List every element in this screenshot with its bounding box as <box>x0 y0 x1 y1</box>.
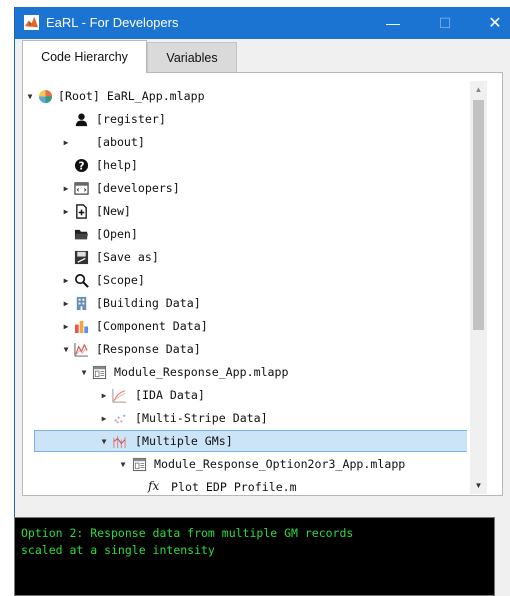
component-icon <box>74 319 89 334</box>
scroll-thumb[interactable] <box>473 100 484 330</box>
tree-item[interactable]: ▼ Module_Response_App.mlapp <box>14 361 467 384</box>
matlab-app-icon <box>24 15 39 30</box>
folder-icon <box>74 227 89 242</box>
tree-item-label: Module_Response_Option2or3_App.mlapp <box>154 457 406 471</box>
user-icon <box>74 112 89 127</box>
app-root-icon <box>38 89 53 104</box>
tree-item-label: Plot EDP Profile.m <box>171 480 297 493</box>
info-console: Option 2: Response data from multiple GM… <box>14 517 495 596</box>
title-bar[interactable]: EaRL - For Developers — ☐ ✕ <box>15 7 510 39</box>
tab-code-hierarchy[interactable]: Code Hierarchy <box>22 40 147 73</box>
tree-item-label: [IDA Data] <box>135 388 205 402</box>
tree-item[interactable]: ▶ [Multi-Stripe Data] <box>14 407 467 430</box>
tree-item[interactable]: ▶ [developers] <box>14 177 467 200</box>
magnifier-icon <box>74 273 89 288</box>
tree-item[interactable]: ▼ Module_Response_Option2or3_App.mlapp <box>14 453 467 476</box>
new-file-icon <box>74 204 89 219</box>
stripe-chart-icon <box>112 411 127 426</box>
collapse-arrow-icon[interactable]: ▼ <box>98 430 110 453</box>
tree-item-label: [Multi-Stripe Data] <box>135 411 268 425</box>
tab-variables[interactable]: Variables <box>147 42 237 72</box>
expand-arrow-icon[interactable]: ▶ <box>60 269 72 292</box>
scroll-up-arrow-icon[interactable]: ▲ <box>470 81 487 98</box>
svg-text:?: ? <box>79 160 85 172</box>
tree-item[interactable]: ▶ [Component Data] <box>14 315 467 338</box>
tree-item[interactable]: ▶ [IDA Data] <box>14 384 467 407</box>
tree-item-label: [Save as] <box>96 250 159 264</box>
expand-arrow-icon[interactable]: ▶ <box>98 407 110 430</box>
tree-item-label: Module_Response_App.mlapp <box>114 365 289 379</box>
tree-item-label: [help] <box>96 158 138 172</box>
ida-chart-icon <box>112 388 127 403</box>
tree-item-label: [register] <box>96 112 166 126</box>
maximize-button[interactable]: ☐ <box>423 7 467 39</box>
expand-arrow-icon[interactable]: ▶ <box>60 292 72 315</box>
tree-item[interactable]: [register] <box>14 108 467 131</box>
expand-arrow-icon[interactable]: ▶ <box>60 131 72 154</box>
tree-item[interactable]: ▶ [New] <box>14 200 467 223</box>
collapse-arrow-icon[interactable]: ▼ <box>78 361 90 384</box>
close-button[interactable]: ✕ <box>473 7 510 39</box>
help-icon: ? <box>74 158 89 173</box>
response-chart-icon <box>74 342 89 357</box>
building-icon <box>74 296 89 311</box>
tree-item[interactable]: ▶ [Scope] <box>14 269 467 292</box>
tree-item-label: [Response Data] <box>96 342 201 356</box>
tree-item-label: [Multiple GMs] <box>135 434 233 448</box>
tree-item-label: [Scope] <box>96 273 145 287</box>
tree-item[interactable]: [Save as] <box>14 246 467 269</box>
gm-chart-icon <box>112 434 127 449</box>
console-line: Option 2: Response data from multiple GM… <box>21 526 354 540</box>
tree-item-label: [Open] <box>96 227 138 241</box>
tree-item[interactable]: [Open] <box>14 223 467 246</box>
expand-arrow-icon[interactable]: ▶ <box>60 177 72 200</box>
tree-item[interactable]: ▼ [Multiple GMs] <box>14 430 467 453</box>
tree-item-label: [Root] EaRL_App.mlapp <box>58 89 205 103</box>
code-window-icon <box>74 181 89 196</box>
tree-item-label: [New] <box>96 204 131 218</box>
tree-item[interactable]: ? [help] <box>14 154 467 177</box>
tree-item[interactable]: ▶ [Building Data] <box>14 292 467 315</box>
tree-scrollbar[interactable]: ▲ ▼ <box>470 81 487 494</box>
tree-item[interactable]: ▼ [Root] EaRL_App.mlapp <box>14 85 467 108</box>
module-file-icon <box>92 365 107 380</box>
expand-arrow-icon[interactable]: ▶ <box>98 384 110 407</box>
tree-item-label: [Component Data] <box>96 319 208 333</box>
collapse-arrow-icon[interactable]: ▼ <box>60 338 72 361</box>
collapse-arrow-icon[interactable]: ▼ <box>117 453 129 476</box>
collapse-arrow-icon[interactable]: ▼ <box>24 85 36 108</box>
tree-item[interactable]: fx Plot EDP Profile.m <box>14 476 467 493</box>
tree-item-label: [about] <box>96 135 145 149</box>
window-title: EaRL - For Developers <box>46 15 179 30</box>
blank-icon <box>74 135 89 150</box>
scroll-down-arrow-icon[interactable]: ▼ <box>470 477 487 494</box>
function-icon: fx <box>148 479 160 493</box>
expand-arrow-icon[interactable]: ▶ <box>60 200 72 223</box>
save-icon <box>74 250 89 265</box>
expand-arrow-icon[interactable]: ▶ <box>60 315 72 338</box>
minimize-button[interactable]: — <box>371 7 415 39</box>
tree-item[interactable]: ▶ [about] <box>14 131 467 154</box>
tree-item-label: [developers] <box>96 181 180 195</box>
module-file-icon <box>132 457 147 472</box>
tree-item-label: [Building Data] <box>96 296 201 310</box>
console-line: scaled at a single intensity <box>21 543 215 557</box>
code-hierarchy-tree[interactable]: ▼ [Root] EaRL_App.mlapp [register] ▶ [about]… <box>14 81 467 493</box>
tree-item[interactable]: ▼ [Response Data] <box>14 338 467 361</box>
